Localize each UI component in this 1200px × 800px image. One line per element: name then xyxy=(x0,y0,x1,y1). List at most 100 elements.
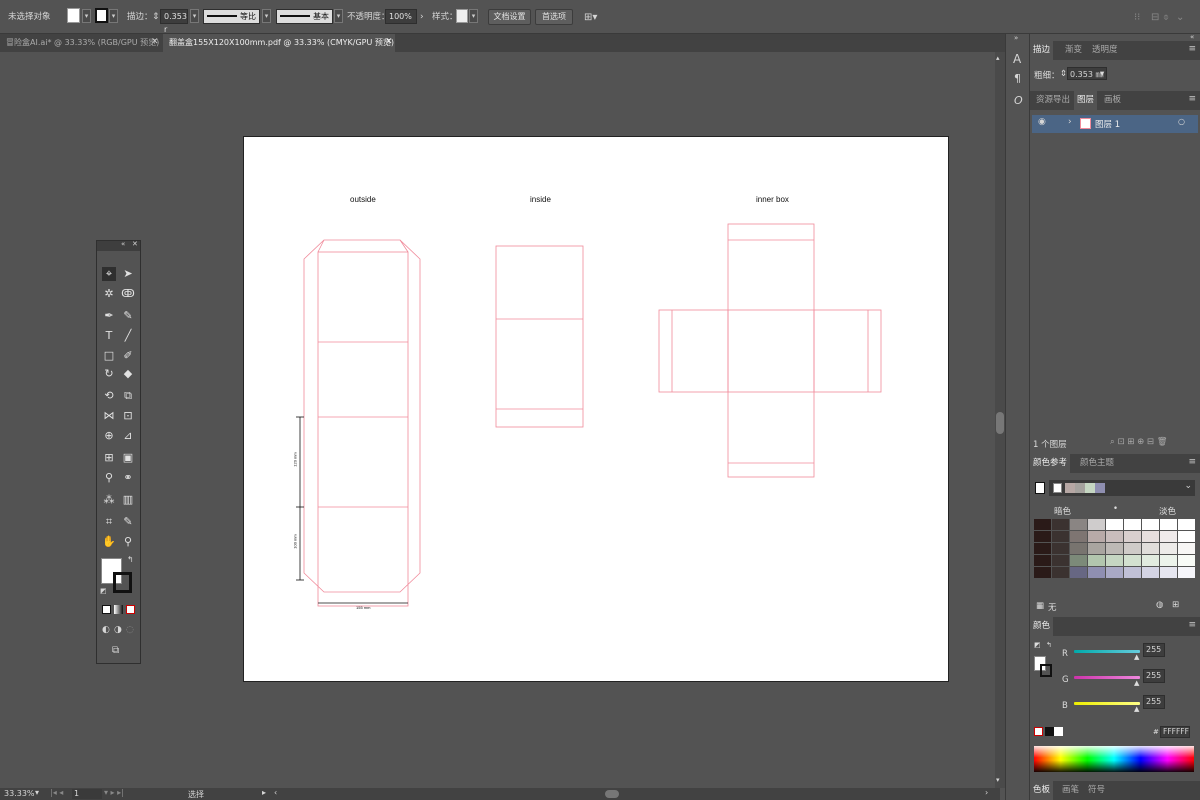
color-variation-cell[interactable] xyxy=(1052,519,1069,530)
rotate-tool-icon[interactable]: ⟲ xyxy=(102,389,116,403)
color-variation-cell[interactable] xyxy=(1106,543,1123,554)
white-color-icon[interactable] xyxy=(1054,727,1063,736)
shape-builder-tool-icon[interactable]: ⊕ xyxy=(102,429,116,443)
tab-document-2[interactable]: 翻盖盒155X120X100mm.pdf @ 33.33% (CMYK/GPU … xyxy=(163,34,395,52)
character-panel-icon[interactable]: A xyxy=(1013,52,1021,66)
scroll-left-icon[interactable]: ‹ xyxy=(274,788,277,797)
color-variation-cell[interactable] xyxy=(1124,543,1141,554)
tab-artboards[interactable]: 画板 xyxy=(1104,91,1121,110)
width-tool-icon[interactable]: ⋈ xyxy=(102,409,116,423)
status-arrow-icon[interactable]: ▸ xyxy=(262,788,266,797)
opacity-arrow-icon[interactable]: › xyxy=(420,10,424,25)
screen-mode-icon[interactable]: ⧉ xyxy=(112,645,119,656)
collapse-panels-icon[interactable]: « xyxy=(1190,33,1194,41)
fill-dropdown-icon[interactable]: ▾ xyxy=(82,9,91,23)
save-group-icon[interactable]: ◍ xyxy=(1156,600,1163,610)
color-variation-cell[interactable] xyxy=(1052,567,1069,578)
color-variation-cell[interactable] xyxy=(1034,519,1051,530)
perspective-grid-tool-icon[interactable]: ⊿ xyxy=(121,429,135,443)
mesh-tool-icon[interactable]: ⊞ xyxy=(102,451,116,465)
color-variation-cell[interactable] xyxy=(1124,531,1141,542)
color-variation-cell[interactable] xyxy=(1034,531,1051,542)
g-value-field[interactable]: 255 xyxy=(1143,669,1165,683)
tab-color-guide[interactable]: 颜色参考 xyxy=(1030,454,1071,473)
color-variation-cell[interactable] xyxy=(1160,555,1177,566)
panel-menu-icon[interactable]: ≡ xyxy=(1188,94,1196,104)
target-icon[interactable]: ○ xyxy=(1178,117,1185,126)
draw-normal-icon[interactable]: ◐ xyxy=(102,625,110,635)
collapse-icon[interactable]: « xyxy=(121,240,125,248)
panel-menu-icon[interactable]: ≡ xyxy=(1188,44,1196,54)
line-tool-icon[interactable]: ╱ xyxy=(121,329,135,343)
layer-name[interactable]: 图层 1 xyxy=(1095,118,1120,130)
paragraph-panel-icon[interactable]: ¶ xyxy=(1014,72,1021,85)
harmony-rules-dropdown[interactable]: ⌄ xyxy=(1049,480,1195,496)
color-variation-cell[interactable] xyxy=(1178,531,1195,542)
black-color-icon[interactable] xyxy=(1045,727,1054,736)
eraser-tool-icon[interactable]: ◆ xyxy=(121,367,135,381)
edit-colors-icon[interactable]: ▦ xyxy=(1036,601,1044,611)
lasso-tool-icon[interactable]: ↂ xyxy=(121,287,135,301)
arrange-documents-icon[interactable]: ⊞▾ xyxy=(584,10,597,25)
type-tool-icon[interactable]: T xyxy=(102,329,116,343)
scale-tool-icon[interactable]: ⧉ xyxy=(121,389,135,403)
variable-width-profile[interactable]: 等比 xyxy=(203,9,260,24)
tab-color-themes[interactable]: 颜色主题 xyxy=(1080,454,1114,473)
default-colors-icon[interactable]: ◩ xyxy=(1034,641,1041,649)
scroll-up-icon[interactable]: ▴ xyxy=(996,54,1000,62)
tab-symbols[interactable]: 符号 xyxy=(1088,781,1105,800)
expand-layer-icon[interactable]: › xyxy=(1068,117,1072,127)
gradient-tool-icon[interactable]: ▣ xyxy=(121,451,135,465)
color-variation-cell[interactable] xyxy=(1124,567,1141,578)
stroke-stepper-icon[interactable]: ⇕ xyxy=(152,10,160,25)
panel-menu-icon[interactable]: ≡ xyxy=(1188,457,1196,467)
color-variation-cell[interactable] xyxy=(1142,531,1159,542)
hex-field[interactable]: FFFFFF xyxy=(1160,726,1190,738)
direct-selection-tool-icon[interactable]: ➤ xyxy=(121,267,135,281)
tab-gradient[interactable]: 渐变 xyxy=(1065,41,1082,60)
zoom-level[interactable]: 33.33% xyxy=(4,789,35,798)
r-slider[interactable] xyxy=(1074,650,1140,653)
color-variation-cell[interactable] xyxy=(1178,519,1195,530)
color-mode-icon[interactable] xyxy=(102,605,111,614)
swap-colors-icon[interactable]: ↰ xyxy=(1046,641,1052,649)
opacity-field[interactable]: 100% xyxy=(385,9,417,24)
align-icon[interactable]: ⁝⁝ xyxy=(1134,10,1140,25)
color-variation-cell[interactable] xyxy=(1070,567,1087,578)
tab-brushes[interactable]: 画笔 xyxy=(1062,781,1079,800)
preferences-button[interactable]: 首选项 xyxy=(535,9,573,25)
graph-tool-icon[interactable]: ▥ xyxy=(121,493,135,507)
layer-row[interactable]: ◉ › 图层 1 ○ xyxy=(1032,115,1198,133)
stroke-swatch[interactable] xyxy=(95,8,108,23)
b-value-field[interactable]: 255 xyxy=(1143,695,1165,709)
shaper-tool-icon[interactable]: ↻ xyxy=(102,367,116,381)
base-color-swatch[interactable] xyxy=(1035,482,1045,494)
b-slider[interactable] xyxy=(1074,702,1140,705)
tab-transparency[interactable]: 透明度 xyxy=(1092,41,1118,60)
hscroll-thumb[interactable] xyxy=(605,790,619,798)
tab-color[interactable]: 颜色 xyxy=(1030,617,1054,636)
color-variation-cell[interactable] xyxy=(1052,555,1069,566)
free-transform-tool-icon[interactable]: ⊡ xyxy=(121,409,135,423)
opentype-panel-icon[interactable]: O xyxy=(1014,94,1023,107)
curvature-tool-icon[interactable]: ✎ xyxy=(121,309,135,323)
more-options-icon[interactable]: ⌄ xyxy=(1176,10,1184,25)
color-variation-cell[interactable] xyxy=(1106,555,1123,566)
color-variation-cell[interactable] xyxy=(1070,519,1087,530)
stroke-dropdown-icon[interactable]: ▾ xyxy=(109,9,118,23)
expand-panels-icon[interactable]: » xyxy=(1014,34,1018,42)
color-variation-cell[interactable] xyxy=(1088,567,1105,578)
r-value-field[interactable]: 255 xyxy=(1143,643,1165,657)
layer-actions-icons[interactable]: ⌕ ⊡ ⊞ ⊕ ⊟ 🗑 xyxy=(1110,437,1168,447)
eyedropper-tool-icon[interactable]: ⚲ xyxy=(102,471,116,485)
color-variation-cell[interactable] xyxy=(1160,519,1177,530)
selection-tool-icon[interactable]: ⌖ xyxy=(102,267,116,281)
color-variation-cell[interactable] xyxy=(1142,567,1159,578)
tab-stroke[interactable]: 描边 xyxy=(1030,41,1054,60)
color-variation-cell[interactable] xyxy=(1088,531,1105,542)
visibility-eye-icon[interactable]: ◉ xyxy=(1038,117,1046,127)
draw-behind-icon[interactable]: ◑ xyxy=(114,625,122,635)
gradient-mode-icon[interactable] xyxy=(114,605,123,614)
panel-menu-icon[interactable]: ≡ xyxy=(1188,620,1196,630)
artboard-tool-icon[interactable]: ⌗ xyxy=(102,515,116,529)
